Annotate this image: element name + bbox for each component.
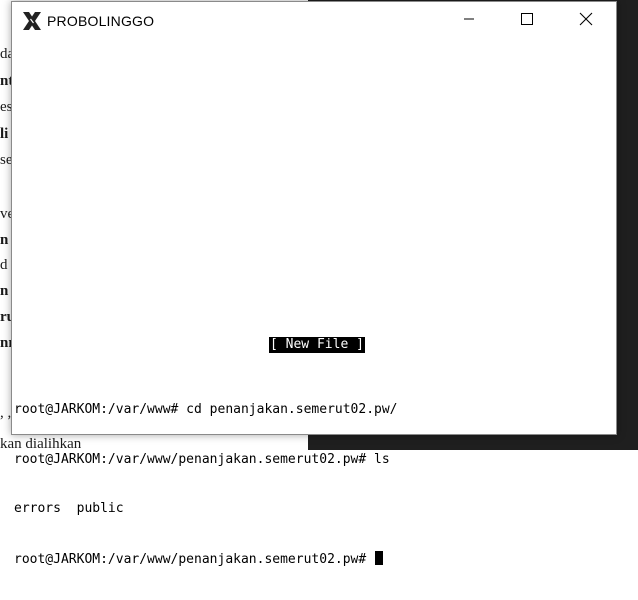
- terminal-window[interactable]: PROBOLINGGO [ New File ] root@JARKOM:/va…: [11, 1, 617, 567]
- terminal-prompt-text: root@JARKOM:/var/www/penanjakan.semerut0…: [14, 551, 375, 567]
- terminal-line: root@JARKOM:/var/www/penanjakan.semerut0…: [14, 452, 398, 469]
- background-text-line: , ,: [0, 405, 12, 421]
- terminal-area[interactable]: [ New File ] root@JARKOM:/var/www# cd pe…: [12, 40, 616, 567]
- maximize-button[interactable]: [498, 2, 556, 40]
- minimize-icon: [463, 12, 475, 30]
- terminal-output: root@JARKOM:/var/www# cd penanjakan.seme…: [14, 369, 398, 600]
- title-bar[interactable]: PROBOLINGGO: [12, 2, 616, 40]
- close-icon: [579, 12, 593, 31]
- background-text-line: d: [0, 257, 8, 273]
- background-text-line: n: [0, 283, 9, 299]
- background-text-line: li: [0, 126, 9, 142]
- terminal-line-text: errors public: [14, 501, 124, 516]
- close-button[interactable]: [557, 2, 615, 40]
- terminal-line-text: root@JARKOM:/var/www# cd penanjakan.seme…: [14, 402, 398, 417]
- terminal-prompt-line[interactable]: root@JARKOM:/var/www/penanjakan.semerut0…: [14, 550, 398, 568]
- minimize-button[interactable]: [440, 2, 498, 40]
- background-text-line: n: [0, 232, 9, 248]
- status-message: [ New File ]: [269, 337, 365, 353]
- terminal-line-text: root@JARKOM:/var/www/penanjakan.semerut0…: [14, 451, 390, 467]
- window-title: PROBOLINGGO: [47, 13, 155, 29]
- maximize-icon: [521, 12, 533, 30]
- text-cursor: [375, 550, 384, 565]
- x-logo-icon: [21, 11, 43, 31]
- terminal-line: errors public: [14, 501, 398, 518]
- terminal-line: root@JARKOM:/var/www# cd penanjakan.seme…: [14, 402, 398, 419]
